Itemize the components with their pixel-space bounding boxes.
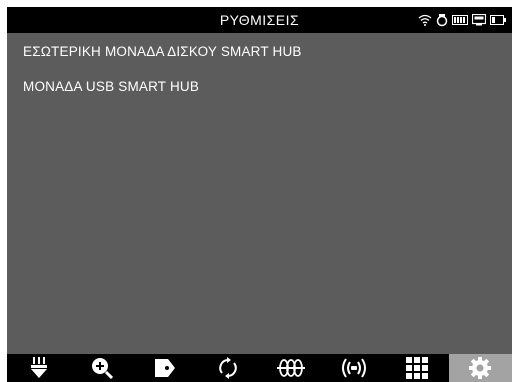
menu-item-internal-drive[interactable]: ΕΣΩΤΕΡΙΚΗ ΜΟΝΑΔΑ ΔΙΣΚΟΥ SMART HUB (23, 44, 302, 59)
tab-tag[interactable] (133, 354, 196, 382)
tab-coil[interactable] (260, 354, 323, 382)
tab-signal[interactable] (323, 354, 386, 382)
wifi-icon (418, 14, 432, 26)
tab-settings[interactable] (448, 354, 512, 382)
tab-refresh[interactable] (196, 354, 259, 382)
monitor-icon (472, 14, 486, 26)
cloud-sync-icon (436, 13, 448, 27)
refresh-icon (218, 357, 238, 379)
tab-zoom[interactable] (70, 354, 133, 382)
bottom-tab-bar (7, 354, 512, 382)
coil-icon (277, 358, 306, 378)
title-bar: ΡΥΘΜΙΣΕΙΣ (7, 7, 512, 33)
menu-item-usb-drive[interactable]: ΜΟΝΑΔΑ USB SMART HUB (23, 79, 199, 94)
device-screen: ΡΥΘΜΙΣΕΙΣ ΕΣΩΤΕΡΙΚΗ ΜΟΝΑΔΑ ΔΙΣΚΟΥ SMART … (7, 7, 512, 382)
tag-icon (154, 358, 176, 378)
status-icons (418, 12, 506, 28)
signal-icon (341, 357, 367, 379)
tab-grid[interactable] (386, 354, 449, 382)
tab-flashlight[interactable] (7, 354, 70, 382)
zoom-in-icon (91, 357, 113, 379)
flashlight-icon (29, 357, 49, 379)
battery-low-icon (490, 15, 506, 25)
gear-icon (469, 357, 492, 379)
battery-icon (452, 15, 468, 25)
grid-icon (406, 357, 429, 379)
settings-list: ΕΣΩΤΕΡΙΚΗ ΜΟΝΑΔΑ ΔΙΣΚΟΥ SMART HUB ΜΟΝΑΔΑ… (7, 33, 512, 354)
